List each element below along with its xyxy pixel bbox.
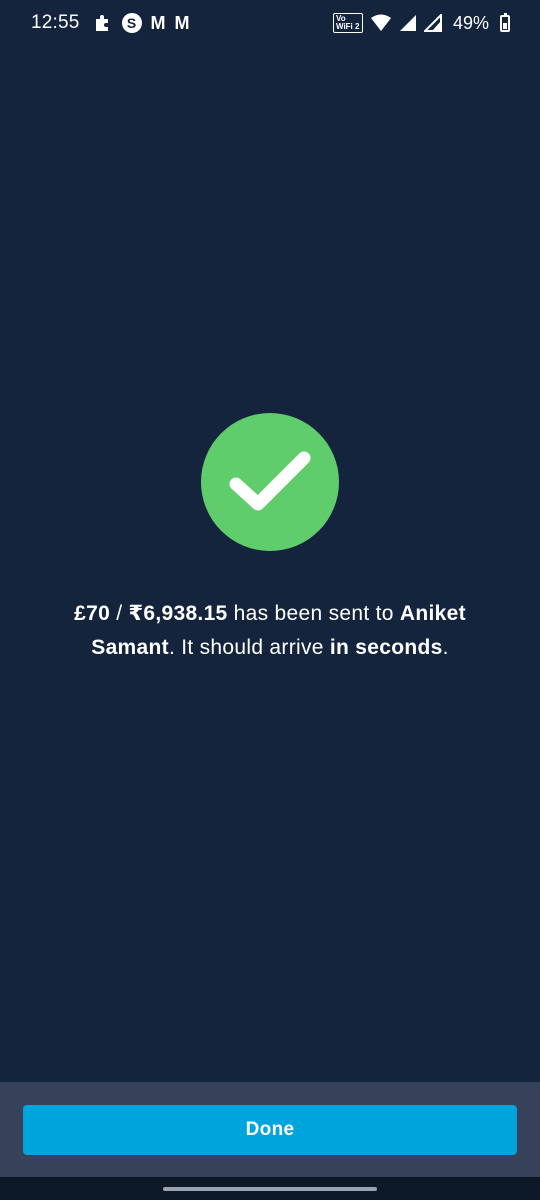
signal-roaming-icon <box>423 14 442 32</box>
sent-to-text: has been sent to <box>227 602 400 625</box>
battery-percent: 49% <box>452 12 489 33</box>
checkmark-icon <box>229 451 311 511</box>
gmail-icon: M <box>150 12 166 33</box>
s-circle-icon: S <box>121 13 142 33</box>
gmail-icon: M <box>174 12 190 33</box>
message-end: . <box>442 636 449 659</box>
vowifi-line2: WiFi 2 <box>335 22 360 31</box>
arrive-text: . It should arrive <box>168 636 330 659</box>
status-left: 12:55 S M M <box>31 12 190 34</box>
amount-inr: ₹6,938.15 <box>128 602 228 625</box>
signal-icon <box>399 14 417 32</box>
arrival-time: in seconds <box>329 636 443 659</box>
success-check-icon <box>201 413 339 551</box>
status-right: Vo WiFi 2 49% <box>332 12 510 34</box>
amount-separator: / <box>110 602 129 625</box>
vowifi-icon: Vo WiFi 2 <box>332 13 363 33</box>
home-indicator[interactable] <box>163 1187 377 1191</box>
confirmation-message: £70 / ₹6,938.15 has been sent to Aniket … <box>40 597 500 665</box>
wifi-icon <box>370 14 392 32</box>
navigation-bar <box>0 1177 540 1200</box>
status-bar: 12:55 S M M Vo WiFi 2 49% <box>0 0 540 46</box>
amount-gbp: £70 <box>74 602 111 625</box>
transfer-success-screen: 12:55 S M M Vo WiFi 2 49% £70 / ₹6,938.1… <box>0 0 540 1200</box>
bottom-action-panel: Done <box>0 1082 540 1177</box>
status-time: 12:55 <box>31 12 80 33</box>
puzzle-icon <box>93 13 113 33</box>
battery-icon <box>500 12 510 32</box>
done-button[interactable]: Done <box>23 1105 517 1155</box>
